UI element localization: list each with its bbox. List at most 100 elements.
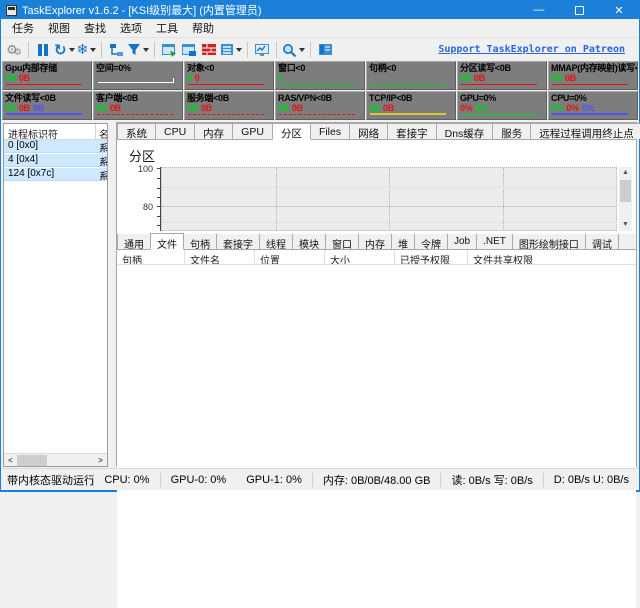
system-info-button[interactable] (179, 40, 199, 60)
modules-list-button[interactable] (219, 40, 243, 60)
partition-usage-plot[interactable] (161, 167, 617, 231)
window-title: TaskExplorer v1.6.2 - [KSI级别最大] (内置管理员) (22, 2, 262, 18)
column-header-handle[interactable]: 句柄 (117, 250, 185, 264)
column-header-share-access[interactable]: 文件共享权限 (468, 250, 636, 264)
settings-gears-icon[interactable]: ⚙⚙ (4, 40, 24, 60)
tab-mem[interactable]: 内存 (358, 233, 392, 249)
tab-token[interactable]: 令牌 (414, 233, 448, 249)
status-bar: 带内核态驱动运行的TaskExplorer已就绪... CPU: 0% GPU-… (1, 468, 639, 490)
tab-threads[interactable]: 线程 (259, 233, 293, 249)
tab-files[interactable]: Files (310, 123, 350, 139)
firewall-button[interactable] (199, 40, 219, 60)
tab-job[interactable]: Job (447, 233, 477, 249)
tree-icon (109, 43, 124, 57)
panel-handles[interactable]: 句柄<0 (366, 61, 456, 90)
toolbar-separator (154, 42, 155, 58)
status-gpu0: GPU-0: 0% (161, 474, 237, 486)
panel-gpu[interactable]: GPU=0% 0%0% (457, 91, 547, 120)
tab-modules[interactable]: 模块 (292, 233, 326, 249)
panel-file-rw[interactable]: 文件读写<0B 0B0B0B (2, 91, 92, 120)
column-header-location[interactable]: 位置 (255, 250, 325, 264)
tab-rpc-endpoints[interactable]: 远程过程调用终止点 (530, 123, 640, 139)
freeze-button[interactable]: ❄ (76, 40, 98, 60)
scroll-right-icon[interactable]: > (94, 454, 107, 467)
column-header-pid[interactable]: 进程标识符 (4, 124, 96, 139)
magnifier-icon (282, 43, 297, 57)
toolbar-separator (28, 42, 29, 58)
tab-debug[interactable]: 调试 (585, 233, 619, 249)
menu-view[interactable]: 视图 (41, 18, 77, 38)
menu-tasks[interactable]: 任务 (5, 18, 41, 38)
tab-socket[interactable]: 套接字 (216, 233, 260, 249)
scrollbar-thumb[interactable] (17, 455, 47, 466)
tab-cpu[interactable]: CPU (155, 123, 195, 139)
vertical-scrollbar[interactable]: ▲ ▼ (619, 167, 632, 231)
minimize-button[interactable]: — (519, 1, 559, 19)
process-list: 进程标识符 名称 0 [0x0] 系统 4 [0x4] 系统 124 [0x7c… (3, 123, 108, 467)
panel-space[interactable]: 空间=0% (93, 61, 183, 90)
find-handles-button[interactable] (281, 40, 306, 60)
horizontal-scrollbar[interactable]: < > (4, 453, 107, 466)
column-header-name[interactable]: 名称 (96, 124, 107, 139)
tab-services[interactable]: 服务 (492, 123, 531, 139)
main-tab-bar: 系统 CPU 内存 GPU 分区 Files 网络 套接字 Dns缓存 服务 远… (117, 123, 636, 140)
tab-sockets[interactable]: 套接字 (387, 123, 437, 139)
tab-network[interactable]: 网络 (349, 123, 388, 139)
column-header-granted-access[interactable]: 已授予权限 (395, 250, 468, 264)
pause-refresh-button[interactable] (33, 40, 53, 60)
show-panel-button[interactable] (315, 40, 335, 60)
panel-tcpip[interactable]: TCP/IP<0B 0B0B (366, 91, 456, 120)
panel-ras-vpn[interactable]: RAS/VPN<0B 0B0B (275, 91, 365, 120)
panel-gpu-memory[interactable]: Gpu内部存储 0B0B (2, 61, 92, 90)
tab-file[interactable]: 文件 (150, 233, 184, 250)
panel-partition-rw[interactable]: 分区读写<0B 0B0B (457, 61, 547, 90)
tab-general[interactable]: 通用 (117, 233, 151, 249)
scrollbar-thumb[interactable] (620, 180, 631, 202)
menu-tools[interactable]: 工具 (149, 18, 185, 38)
menu-help[interactable]: 帮助 (185, 18, 221, 38)
tab-dotnet[interactable]: .NET (476, 233, 513, 249)
process-row[interactable]: 124 [0x7c] 系统 (4, 168, 107, 181)
window-info-icon (181, 43, 197, 57)
filter-button[interactable] (126, 40, 150, 60)
sparkline (461, 84, 537, 85)
tab-handles[interactable]: 句柄 (183, 233, 217, 249)
tab-system[interactable]: 系统 (117, 123, 156, 139)
close-button[interactable]: ✕ (599, 1, 639, 19)
maximize-icon (575, 6, 584, 15)
column-header-size[interactable]: 大小 (325, 250, 395, 264)
menu-find[interactable]: 查找 (77, 18, 113, 38)
maximize-button[interactable] (559, 1, 599, 19)
scroll-up-icon[interactable]: ▲ (619, 167, 632, 179)
refresh-button[interactable]: ↻ (53, 40, 76, 60)
sparkline (552, 113, 628, 115)
panel-server[interactable]: 服务端<0B 0B0B (184, 91, 274, 120)
run-task-button[interactable] (159, 40, 179, 60)
process-tree-button[interactable] (106, 40, 126, 60)
process-row[interactable]: 0 [0x0] 系统 (4, 140, 107, 153)
tab-memory[interactable]: 内存 (194, 123, 233, 139)
process-row[interactable]: 4 [0x4] 系统 (4, 154, 107, 167)
tab-heap[interactable]: 堆 (391, 233, 415, 249)
performance-panels: Gpu内部存储 0B0B 空间=0% 对象<0 00 窗口<0 0 句柄<0 分… (2, 61, 638, 121)
tab-window[interactable]: 窗口 (325, 233, 359, 249)
tab-partition[interactable]: 分区 (272, 123, 311, 140)
menu-options[interactable]: 选项 (113, 18, 149, 38)
tab-dns-cache[interactable]: Dns缓存 (436, 123, 494, 139)
panel-mmap-rw[interactable]: MMAP(内存映射)读写<0B 0B0B (548, 61, 638, 90)
performance-monitor-button[interactable] (252, 40, 272, 60)
column-header-filename[interactable]: 文件名 (185, 250, 255, 264)
app-window: TaskExplorer v1.6.2 - [KSI级别最大] (内置管理员) … (0, 0, 640, 492)
scroll-down-icon[interactable]: ▼ (619, 219, 632, 231)
tab-gdi[interactable]: 图形绘制接口 (512, 233, 586, 249)
tab-gpu[interactable]: GPU (232, 123, 273, 139)
scroll-left-icon[interactable]: < (4, 454, 17, 467)
patreon-link[interactable]: Support TaskExplorer on Patreon (438, 44, 625, 55)
toolbar-separator (276, 42, 277, 58)
space-progress-bar (98, 78, 174, 83)
details-pane: 系统 CPU 内存 GPU 分区 Files 网络 套接字 Dns缓存 服务 远… (116, 122, 637, 467)
panel-objects[interactable]: 对象<0 00 (184, 61, 274, 90)
panel-cpu[interactable]: CPU=0% 0%0%0% (548, 91, 638, 120)
panel-windows[interactable]: 窗口<0 0 (275, 61, 365, 90)
panel-client[interactable]: 客户端<0B 0B0B (93, 91, 183, 120)
